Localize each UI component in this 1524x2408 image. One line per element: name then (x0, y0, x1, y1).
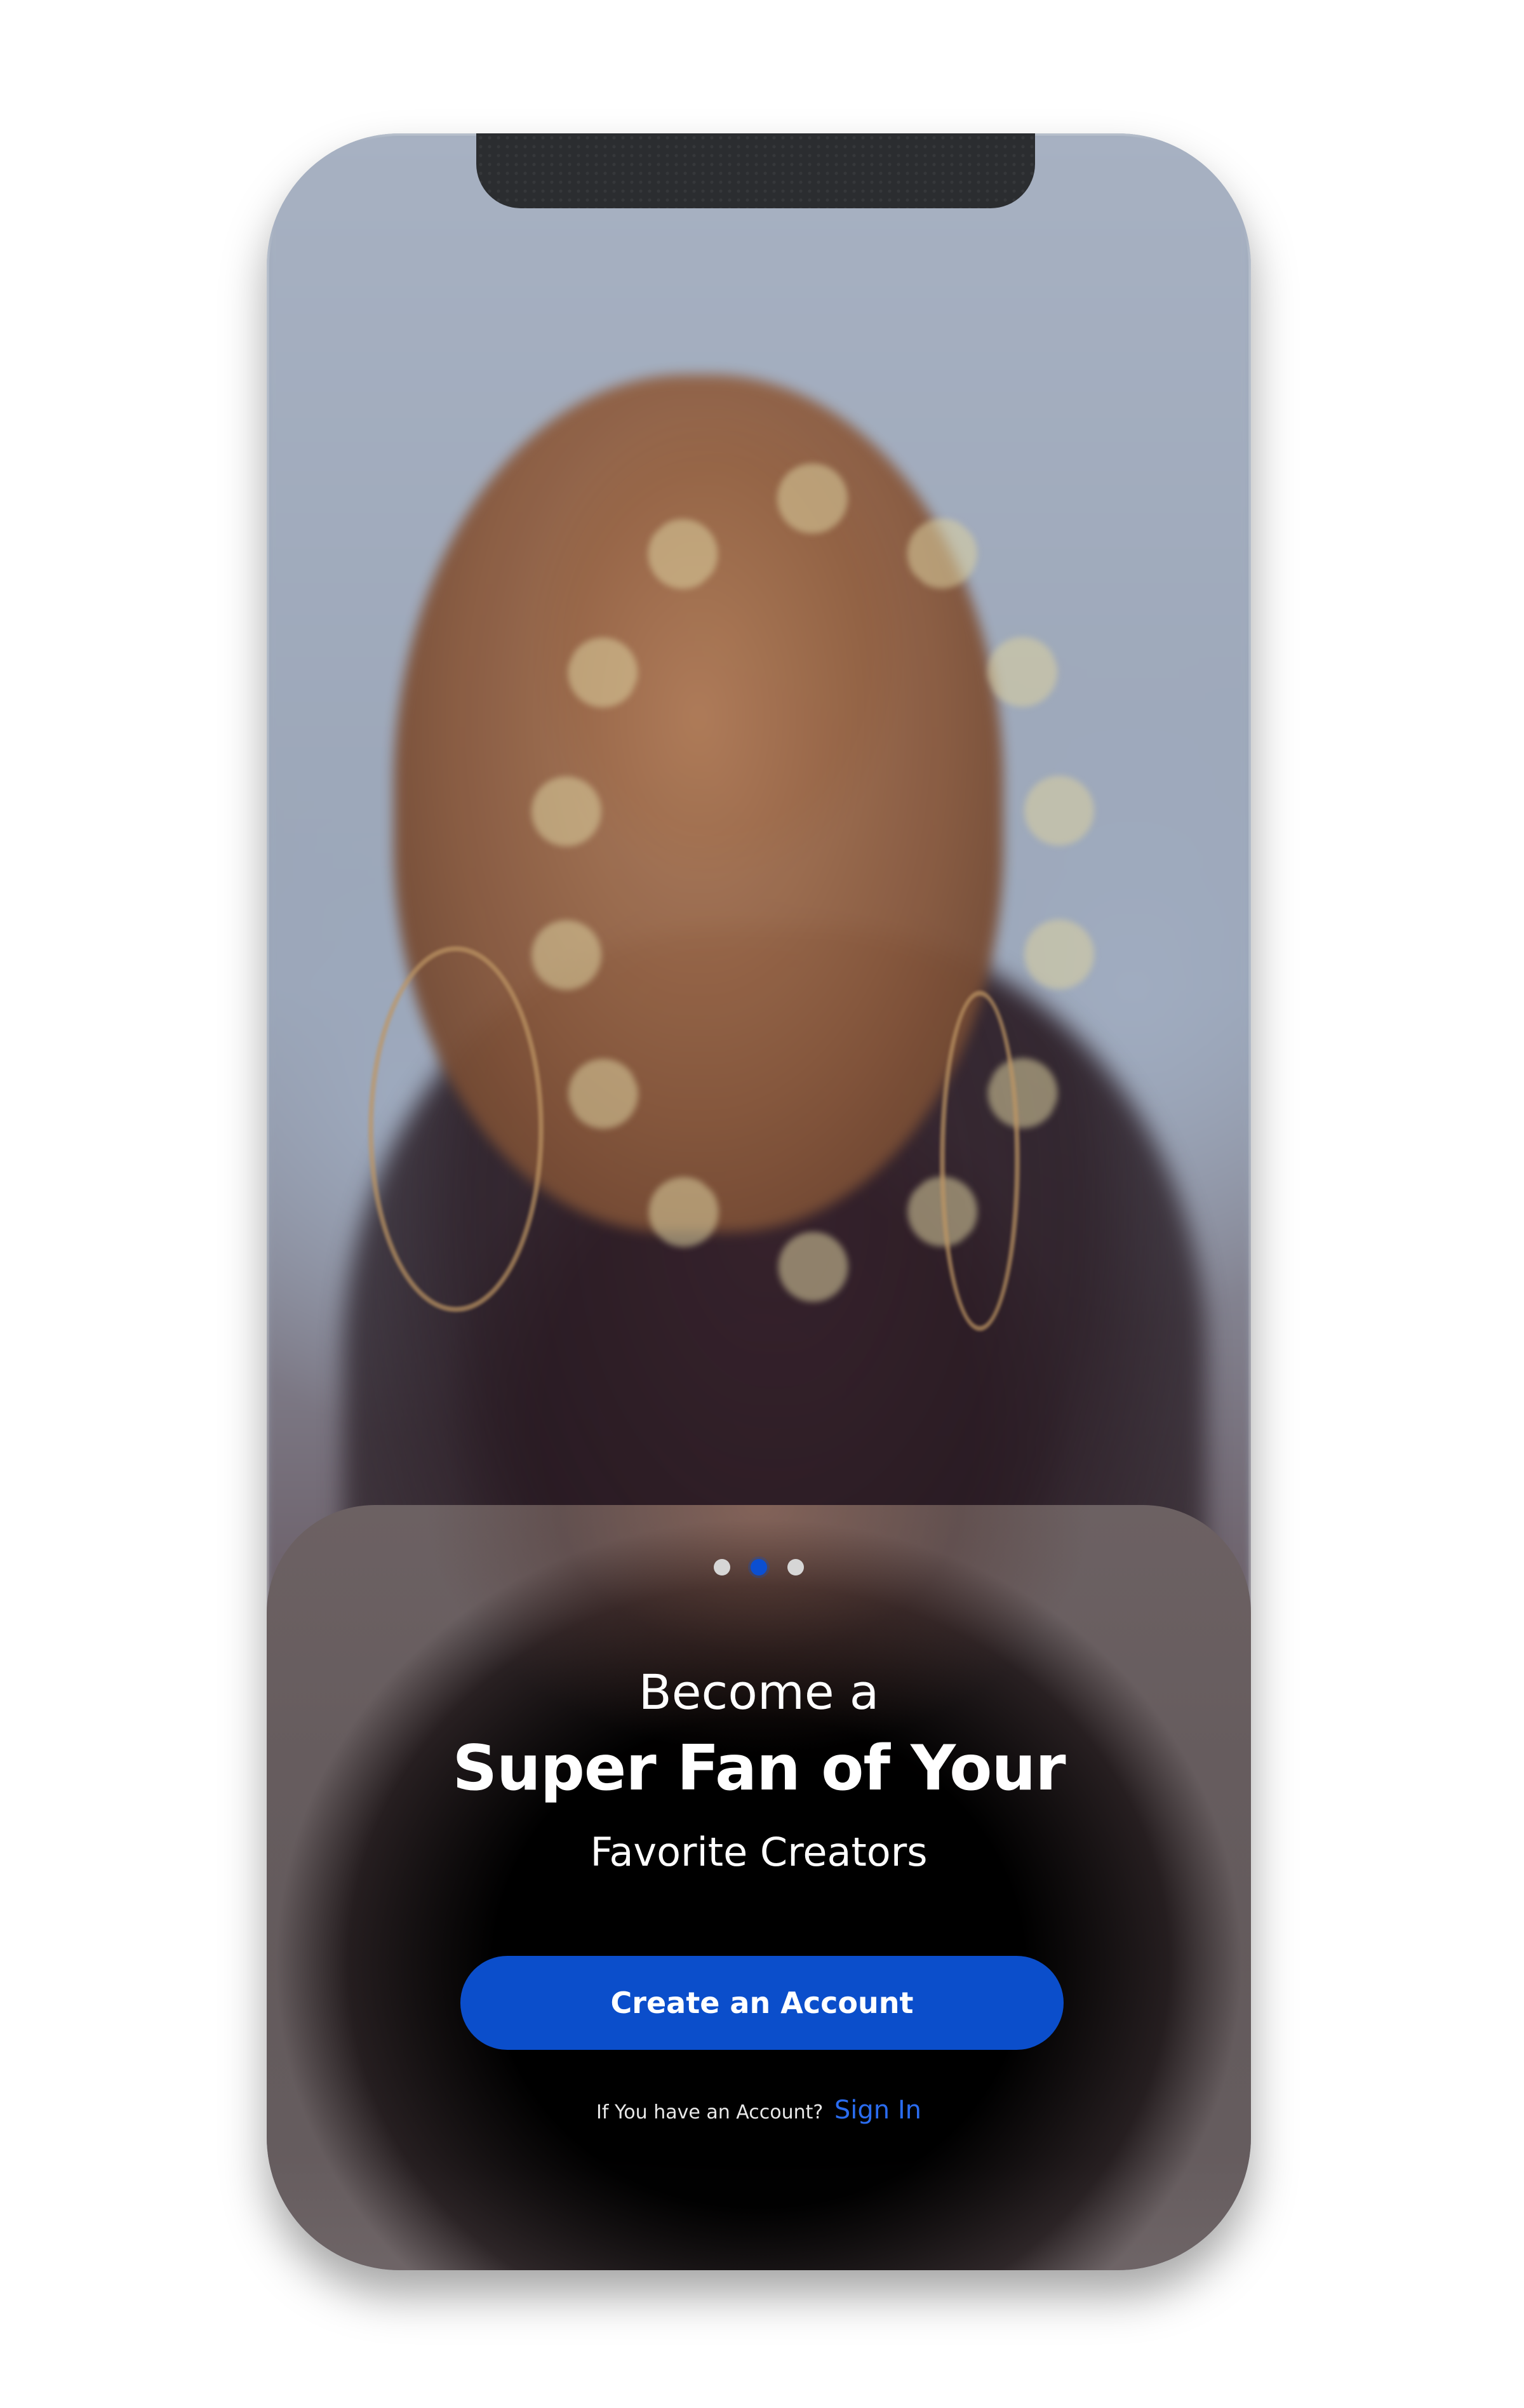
photo-earring-right (940, 991, 1020, 1331)
signin-link[interactable]: Sign In (834, 2096, 921, 2125)
carousel-dot[interactable] (787, 1559, 804, 1575)
mockup-canvas: Become a Super Fan of Your Favorite Crea… (0, 0, 1524, 2408)
phone-frame: Become a Super Fan of Your Favorite Crea… (267, 133, 1251, 2270)
headline-line-2: Super Fan of Your (452, 1732, 1066, 1805)
phone-notch (476, 133, 1035, 208)
headline-line-3: Favorite Creators (590, 1829, 928, 1875)
create-account-button[interactable]: Create an Account (460, 1956, 1064, 2050)
photo-earring-left (368, 946, 544, 1312)
onboarding-sheet: Become a Super Fan of Your Favorite Crea… (267, 1505, 1251, 2270)
headline-line-1: Become a (638, 1664, 879, 1720)
signin-row: If You have an Account? Sign In (267, 2096, 1251, 2125)
signin-prompt: If You have an Account? (596, 2101, 824, 2124)
carousel-dot-active[interactable] (751, 1559, 767, 1575)
carousel-dot[interactable] (714, 1559, 730, 1575)
carousel-indicator (267, 1559, 1251, 1575)
